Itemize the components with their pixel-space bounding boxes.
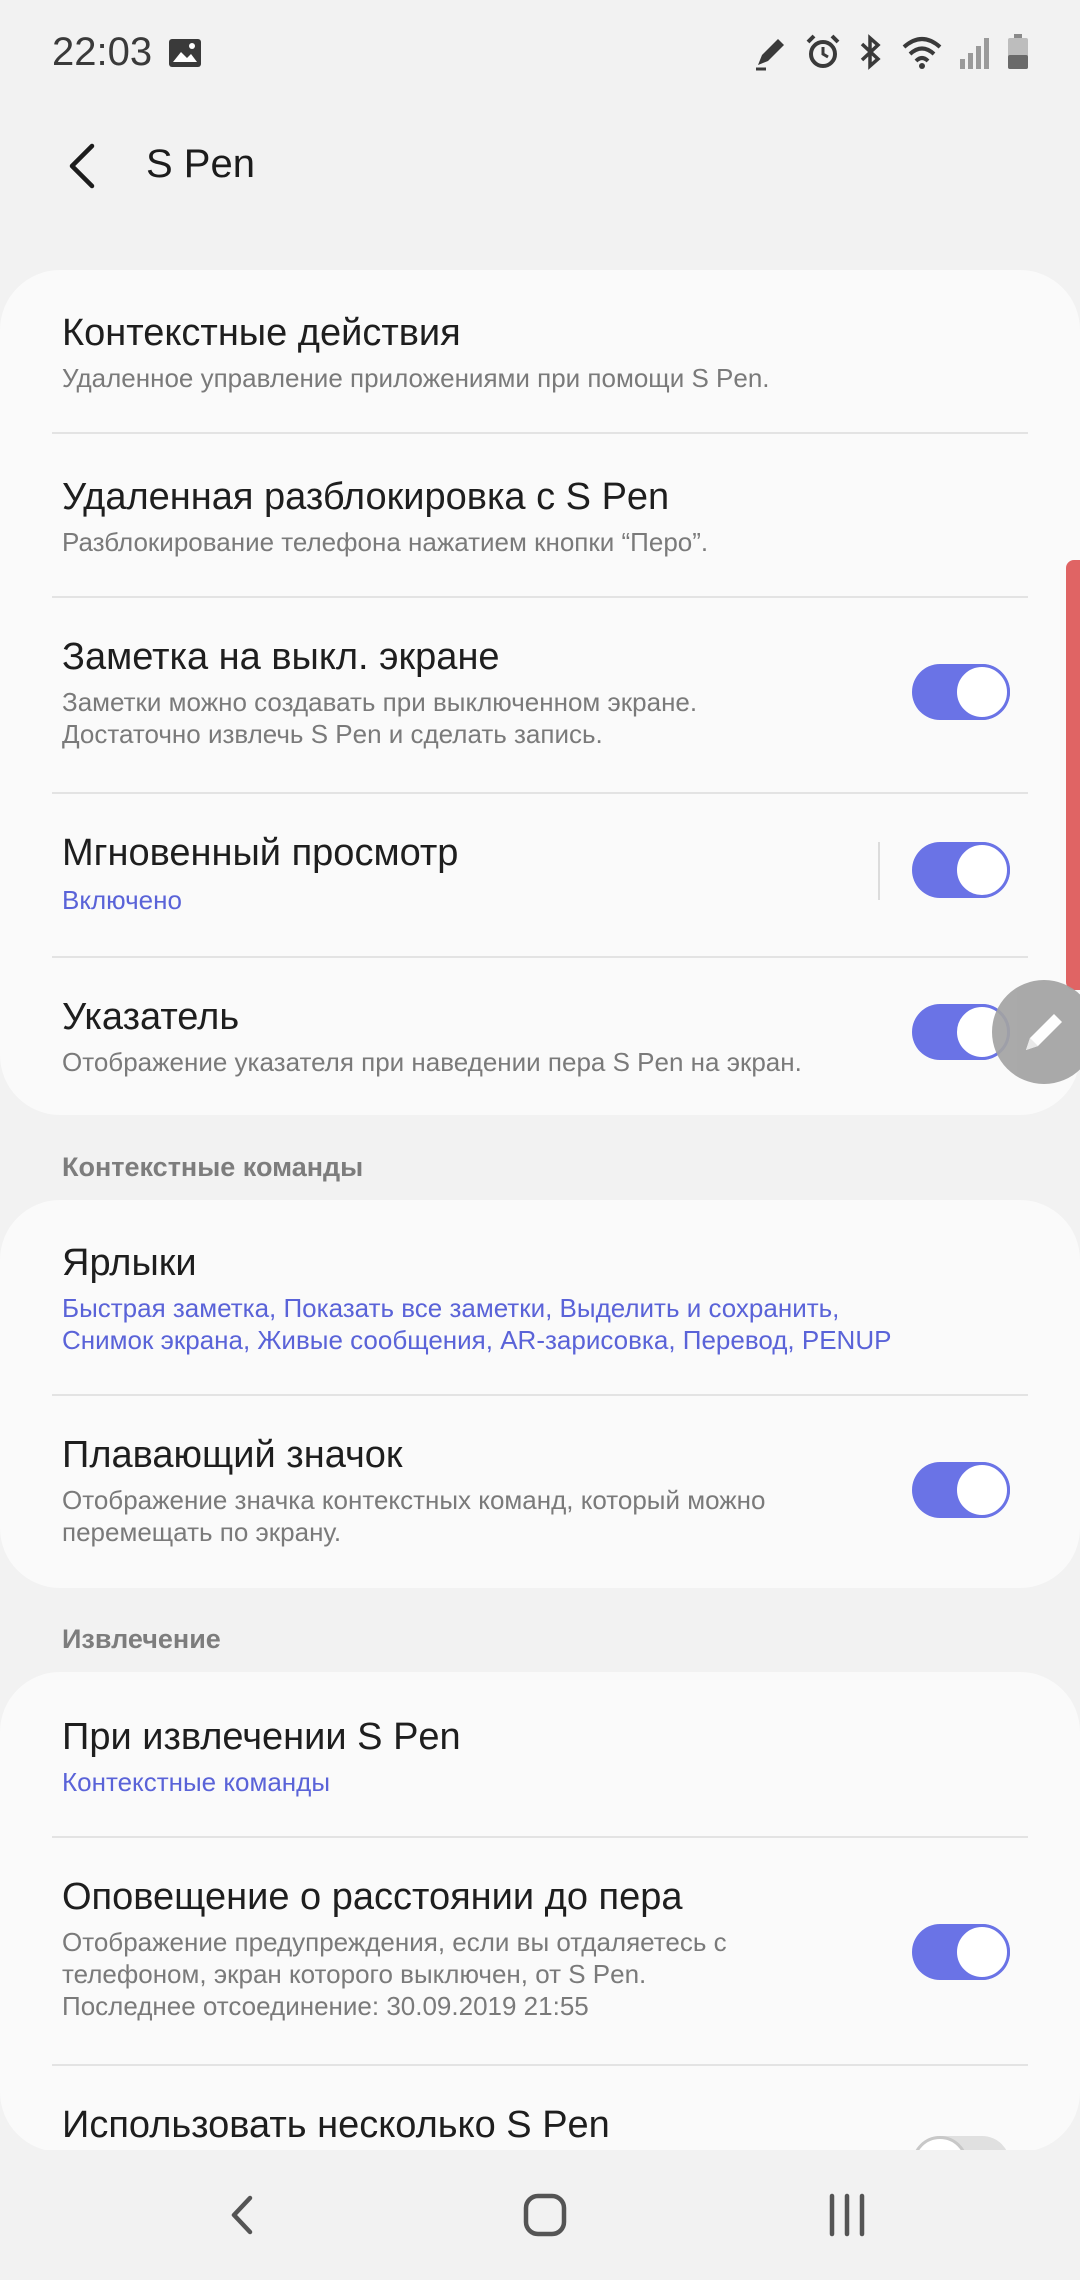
setting-when-removed[interactable]: При извлечении S Pen Контекстные команды xyxy=(0,1672,1080,1836)
screen-off-memo-toggle[interactable] xyxy=(912,664,1010,720)
setting-status: Контекстные команды xyxy=(62,1767,331,1797)
setting-distance-alert[interactable]: Оповещение о расстоянии до пера Отображе… xyxy=(0,1838,1080,2064)
setting-title: Ярлыки xyxy=(62,1242,197,1284)
setting-shortcuts-line2: Снимок экрана, Живые сообщения, AR-зарис… xyxy=(62,1325,892,1355)
air-view-toggle[interactable] xyxy=(912,842,1010,898)
toggle-knob xyxy=(954,1924,1010,1980)
nav-back-icon[interactable] xyxy=(208,2180,278,2250)
vertical-divider xyxy=(878,842,880,900)
setting-contextual-actions[interactable]: Контекстные действия Удаленное управлени… xyxy=(0,270,1080,432)
setting-title: При извлечении S Pen xyxy=(62,1716,461,1758)
page-title: S Pen xyxy=(146,142,255,186)
toggle-knob xyxy=(954,664,1010,720)
wifi-icon xyxy=(902,37,942,69)
setting-title: Контекстные действия xyxy=(62,312,461,354)
signal-icon xyxy=(960,38,989,69)
pen-icon xyxy=(1026,1014,1062,1050)
back-arrow-icon[interactable] xyxy=(56,138,112,194)
setting-shortcuts-line1: Быстрая заметка, Показать все заметки, В… xyxy=(62,1293,840,1323)
setting-subtitle-line2: Достаточно извлечь S Pen и сделать запис… xyxy=(62,719,603,749)
settings-card-removal: При извлечении S Pen Контекстные команды… xyxy=(0,1672,1080,2152)
setting-title: Удаленная разблокировка с S Pen xyxy=(62,476,670,518)
setting-title: Плавающий значок xyxy=(62,1434,403,1476)
pen-status-icon xyxy=(756,39,784,71)
section-header-air-command: Контекстные команды xyxy=(62,1152,364,1182)
setting-subtitle-line3: Последнее отсоединение: 30.09.2019 21:55 xyxy=(62,1991,589,2021)
section-header-removal: Извлечение xyxy=(62,1624,221,1654)
setting-multiple-spen[interactable]: Использовать несколько S Pen xyxy=(0,2066,1080,2152)
setting-shortcuts[interactable]: Ярлыки Быстрая заметка, Показать все зам… xyxy=(0,1200,1080,1394)
settings-card-air-command: Ярлыки Быстрая заметка, Показать все зам… xyxy=(0,1200,1080,1588)
setting-subtitle-line1: Заметки можно создавать при выключенном … xyxy=(62,687,698,717)
battery-icon xyxy=(1008,34,1028,69)
gallery-icon xyxy=(169,39,201,67)
distance-alert-toggle[interactable] xyxy=(912,1924,1010,1980)
status-bar: 22:03 xyxy=(0,0,1080,110)
setting-subtitle-line2: телефоном, экран которого выключен, от S… xyxy=(62,1959,647,1989)
status-icons xyxy=(752,32,1030,72)
setting-title: Указатель xyxy=(62,996,240,1038)
setting-pointer[interactable]: Указатель Отображение указателя при наве… xyxy=(0,958,1080,1115)
setting-title: Мгновенный просмотр xyxy=(62,832,459,874)
setting-status: Включено xyxy=(62,885,182,915)
setting-air-view[interactable]: Мгновенный просмотр Включено xyxy=(0,794,1080,956)
edge-panel-handle[interactable] xyxy=(1066,560,1080,990)
setting-title: Оповещение о расстоянии до пера xyxy=(62,1876,683,1918)
status-time: 22:03 xyxy=(52,30,153,74)
navigation-bar xyxy=(0,2150,1080,2280)
setting-subtitle-line1: Отображение предупреждения, если вы отда… xyxy=(62,1927,727,1957)
setting-title: Использовать несколько S Pen xyxy=(62,2104,610,2146)
floating-icon-toggle[interactable] xyxy=(912,1462,1010,1518)
alarm-icon xyxy=(806,34,840,68)
bluetooth-icon xyxy=(860,34,881,70)
setting-floating-icon[interactable]: Плавающий значок Отображение значка конт… xyxy=(0,1396,1080,1588)
setting-subtitle: Отображение указателя при наведении пера… xyxy=(62,1047,802,1077)
setting-screen-off-memo[interactable]: Заметка на выкл. экране Заметки можно со… xyxy=(0,598,1080,792)
setting-subtitle: Удаленное управление приложениями при по… xyxy=(62,363,770,393)
setting-title: Заметка на выкл. экране xyxy=(62,636,500,678)
setting-subtitle-line1: Отображение значка контекстных команд, к… xyxy=(62,1485,766,1515)
nav-recents-icon[interactable] xyxy=(812,2180,882,2250)
app-bar: S Pen xyxy=(0,110,1080,220)
nav-home-icon[interactable] xyxy=(510,2180,580,2250)
settings-card-spen-features: Контекстные действия Удаленное управлени… xyxy=(0,270,1080,1115)
toggle-knob xyxy=(954,1462,1010,1518)
toggle-knob xyxy=(954,842,1010,898)
setting-remote-unlock[interactable]: Удаленная разблокировка с S Pen Разблоки… xyxy=(0,434,1080,596)
setting-subtitle: Разблокирование телефона нажатием кнопки… xyxy=(62,527,709,557)
setting-subtitle-line2: перемещать по экрану. xyxy=(62,1517,342,1547)
